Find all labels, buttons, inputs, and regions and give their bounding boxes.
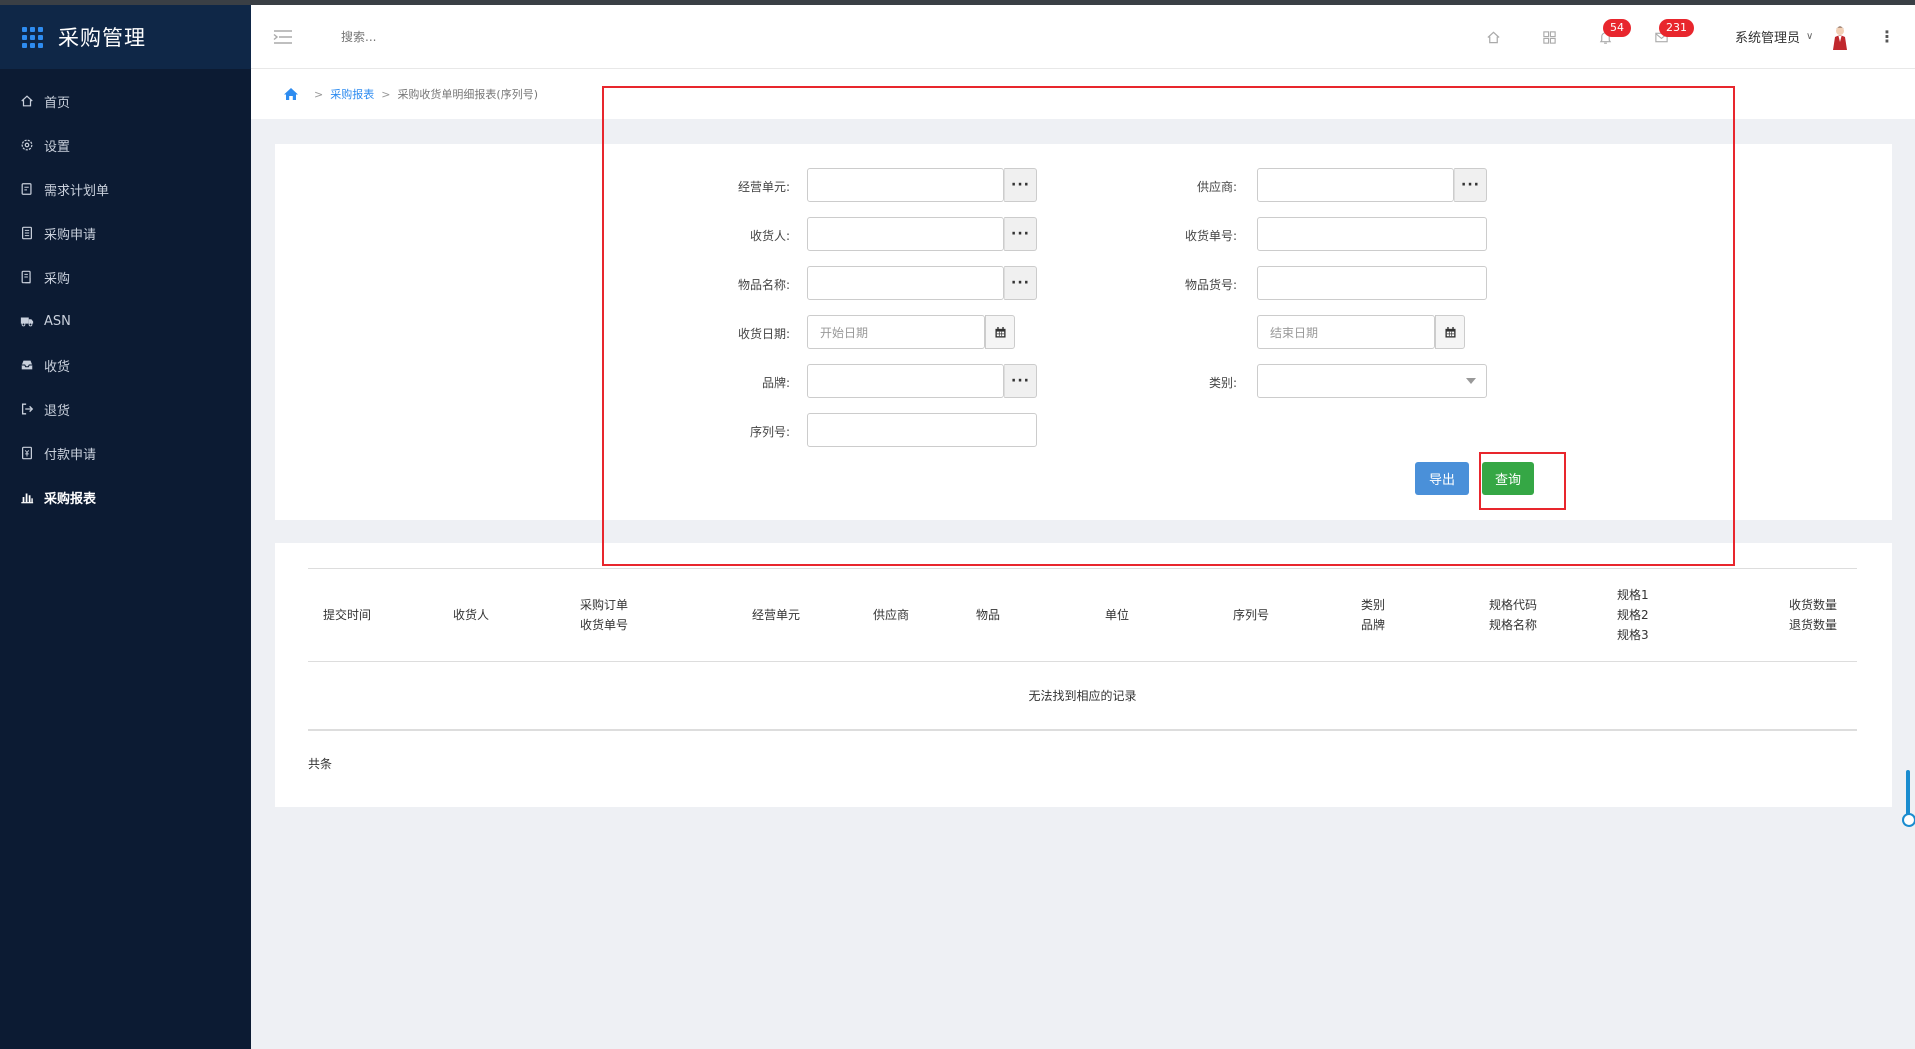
sidebar-menu: 首页 设置 需求计划单 采购申请 采购 ASN 收货 退货 付款申请 采购报表 bbox=[0, 79, 251, 519]
notifications-badge: 54 bbox=[1603, 19, 1631, 37]
user-name: 系统管理员 bbox=[1735, 31, 1801, 46]
sidebar-item-demand-plan[interactable]: 需求计划单 bbox=[0, 167, 251, 211]
chevron-down-icon: ∨ bbox=[1806, 31, 1814, 42]
sidebar-item-label: ASN bbox=[44, 313, 71, 329]
search-input[interactable] bbox=[341, 27, 541, 47]
app-title: 采购管理 bbox=[58, 26, 146, 50]
sidebar-item-asn[interactable]: ASN bbox=[0, 299, 251, 343]
truck-icon bbox=[19, 314, 34, 329]
sidebar-item-label: 采购 bbox=[44, 271, 71, 287]
column-header[interactable]: 规格1 规格2 规格3 bbox=[1617, 585, 1649, 645]
sidebar-item-label: 采购报表 bbox=[44, 491, 97, 507]
bell-icon[interactable]: 54 bbox=[1595, 19, 1631, 47]
pagination-total: 共条 bbox=[308, 757, 333, 771]
sidebar-item-label: 首页 bbox=[44, 95, 71, 111]
sidebar: 采购管理 首页 设置 需求计划单 采购申请 采购 ASN 收货 退货 付款申请 … bbox=[0, 5, 251, 1049]
sidebar-item-settings[interactable]: 设置 bbox=[0, 123, 251, 167]
column-header[interactable]: 收货人 bbox=[453, 605, 489, 625]
sidebar-item-label: 退货 bbox=[44, 403, 71, 419]
column-header[interactable]: 提交时间 bbox=[323, 605, 371, 625]
column-header[interactable]: 类别 品牌 bbox=[1361, 595, 1385, 635]
user-menu[interactable]: 系统管理员 ∨ bbox=[1735, 27, 1813, 46]
scroll-handle[interactable] bbox=[1902, 770, 1915, 827]
table-header: 提交时间 收货人 采购订单 收货单号 经营单元 供应商 物品 单位 序列号 类别品… bbox=[308, 568, 1857, 662]
sign-out-icon bbox=[19, 402, 34, 417]
sidebar-item-purchase-report[interactable]: 采购报表 bbox=[0, 475, 251, 519]
column-header[interactable]: 供应商 bbox=[873, 605, 909, 625]
sidebar-item-label: 收货 bbox=[44, 359, 71, 375]
column-header[interactable]: 物品 bbox=[976, 605, 1000, 625]
breadcrumb-parent-link[interactable]: 采购报表 bbox=[330, 86, 374, 102]
highlight-box-query-button bbox=[1479, 452, 1566, 510]
brand: 采购管理 bbox=[0, 5, 251, 69]
list-doc-icon bbox=[19, 270, 34, 285]
column-header[interactable]: 采购订单 收货单号 bbox=[580, 595, 628, 635]
home-icon[interactable] bbox=[1483, 27, 1503, 47]
home-icon[interactable] bbox=[283, 87, 299, 101]
message-icon[interactable]: 231 bbox=[1651, 19, 1694, 47]
breadcrumb-current: 采购收货单明细报表(序列号) bbox=[397, 88, 539, 101]
column-header[interactable]: 经营单元 bbox=[752, 605, 800, 625]
inbox-icon bbox=[19, 358, 34, 373]
bar-chart-icon bbox=[19, 490, 34, 505]
column-header[interactable]: 收货数量 退货数量 bbox=[1789, 595, 1837, 635]
sidebar-item-label: 付款申请 bbox=[44, 447, 97, 463]
top-header: 54 231 系统管理员 ∨ ⋮ bbox=[251, 5, 1915, 69]
apps-grid-icon[interactable] bbox=[22, 26, 43, 48]
more-options-icon[interactable]: ⋮ bbox=[1879, 27, 1895, 46]
sidebar-item-payment-request[interactable]: 付款申请 bbox=[0, 431, 251, 475]
column-header[interactable]: 规格代码 规格名称 bbox=[1489, 595, 1537, 635]
avatar[interactable] bbox=[1831, 25, 1849, 51]
messages-badge: 231 bbox=[1659, 19, 1694, 37]
column-header[interactable]: 单位 bbox=[1105, 605, 1129, 625]
document-edit-icon bbox=[19, 182, 34, 197]
breadcrumb-separator: > bbox=[381, 87, 391, 101]
menu-toggle-icon[interactable] bbox=[273, 29, 293, 45]
results-table-panel: 提交时间 收货人 采购订单 收货单号 经营单元 供应商 物品 单位 序列号 类别品… bbox=[275, 543, 1892, 807]
sidebar-item-label: 需求计划单 bbox=[44, 183, 110, 199]
gear-icon bbox=[19, 138, 34, 153]
apps-icon[interactable] bbox=[1539, 27, 1559, 47]
payment-icon bbox=[19, 446, 34, 461]
home-icon bbox=[19, 94, 34, 109]
form-icon bbox=[19, 226, 34, 241]
column-header[interactable]: 序列号 bbox=[1233, 605, 1269, 625]
sidebar-item-receiving[interactable]: 收货 bbox=[0, 343, 251, 387]
sidebar-item-label: 设置 bbox=[44, 139, 71, 155]
sidebar-item-purchase-request[interactable]: 采购申请 bbox=[0, 211, 251, 255]
sidebar-item-purchase[interactable]: 采购 bbox=[0, 255, 251, 299]
breadcrumb-separator: > bbox=[314, 87, 324, 101]
sidebar-item-label: 采购申请 bbox=[44, 227, 97, 243]
sidebar-item-return[interactable]: 退货 bbox=[0, 387, 251, 431]
sidebar-item-home[interactable]: 首页 bbox=[0, 79, 251, 123]
empty-table-message: 无法找到相应的记录 bbox=[308, 662, 1857, 731]
